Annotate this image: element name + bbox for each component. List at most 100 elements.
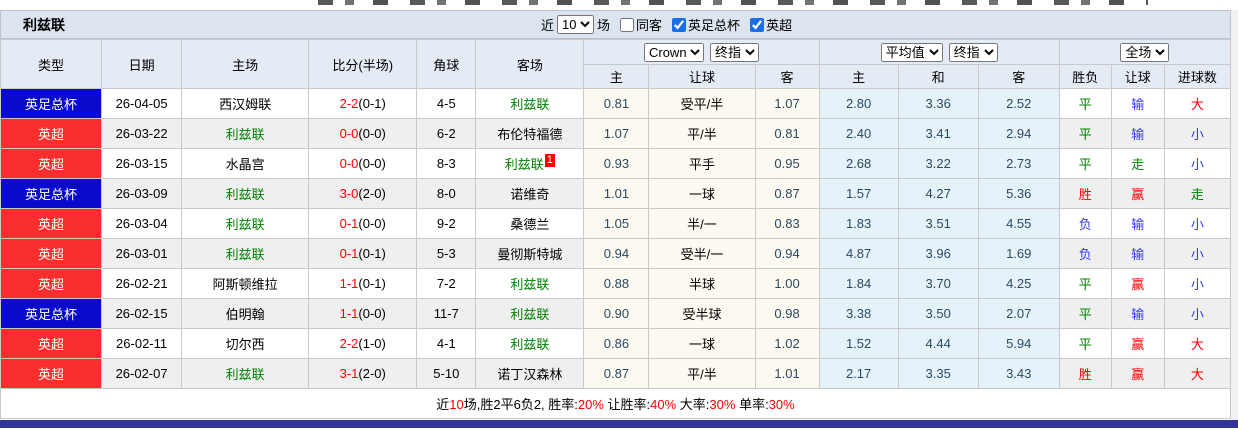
result-outcome-cell: 负	[1058, 238, 1112, 269]
crown-home-odds: 1.05	[583, 208, 650, 239]
avg-away-odds: 3.43	[977, 358, 1060, 389]
corners-cell: 7-2	[416, 268, 477, 299]
crown-home-odds: 0.93	[583, 148, 650, 179]
avg-home-odds: 2.40	[818, 118, 899, 149]
epl-checkbox[interactable]	[750, 17, 765, 32]
corners-cell: 9-2	[416, 208, 477, 239]
col-date: 日期	[101, 39, 183, 89]
result-outcome-cell: 平	[1058, 88, 1112, 119]
crown-away-odds: 1.07	[754, 88, 820, 119]
avg-draw-odds: 3.70	[897, 268, 979, 299]
result-outcome-cell: 平	[1058, 118, 1112, 149]
recent-count-select[interactable]: 10	[557, 15, 595, 34]
crown-handicap-cell: 受半球	[648, 298, 756, 329]
avg-home-odds: 2.17	[818, 358, 899, 389]
score-cell: 0-1(0-1)	[308, 238, 418, 269]
result-goals-cell: 小	[1163, 298, 1232, 329]
score-cell: 1-1(0-0)	[308, 298, 418, 329]
date-cell: 26-02-21	[101, 268, 183, 299]
crown-away-odds: 0.95	[754, 148, 820, 179]
avg-away-odds: 2.52	[977, 88, 1060, 119]
result-handicap-cell: 输	[1110, 88, 1165, 119]
corners-cell: 11-7	[416, 298, 477, 329]
summary-segment: 30%	[768, 397, 795, 412]
avg-draw-odds: 3.36	[897, 88, 979, 119]
result-outcome-cell: 胜	[1058, 358, 1112, 389]
col-crown-away: 客	[754, 64, 820, 89]
bottom-divider-bar	[0, 420, 1238, 428]
result-goals-cell: 小	[1163, 118, 1232, 149]
result-goals-cell: 小	[1163, 148, 1232, 179]
fullmatch-scope-select[interactable]: 全场	[1120, 42, 1170, 62]
date-cell: 26-02-11	[101, 328, 183, 359]
summary-text: 近10场,胜2平6负2, 胜率:20% 让胜率:40% 大率:30% 单率:30…	[0, 388, 1231, 419]
col-avg-home: 主	[818, 64, 899, 89]
avg-away-odds: 4.55	[977, 208, 1060, 239]
col-home: 主场	[181, 39, 310, 89]
crown-handicap-cell: 平/半	[648, 358, 756, 389]
summary-row: 近10场,胜2平6负2, 胜率:20% 让胜率:40% 大率:30% 单率:30…	[0, 388, 1231, 419]
avg-home-odds: 2.80	[818, 88, 899, 119]
home-team-cell: 利兹联	[181, 178, 310, 209]
col-type: 类型	[0, 39, 103, 89]
crown-handicap-cell: 半/一	[648, 208, 756, 239]
table-row: 英超 26-03-22 利兹联 0-0(0-0) 6-2 布伦特福德 1.07 平/半 0.81…	[0, 118, 1232, 149]
avg-away-odds: 2.73	[977, 148, 1060, 179]
result-goals-cell: 小	[1163, 238, 1232, 269]
result-handicap-cell: 赢	[1110, 268, 1165, 299]
final-odds-select-2[interactable]: 终指	[948, 42, 998, 62]
bookmaker-select[interactable]: Crown	[643, 42, 704, 62]
score-cell: 3-0(2-0)	[308, 178, 418, 209]
summary-segment: 20%	[577, 397, 604, 412]
away-team-cell: 诺丁汉森林	[475, 358, 585, 389]
crown-away-odds: 0.87	[754, 178, 820, 209]
league-type-cell: 英超	[0, 148, 103, 179]
average-select-group: 平均值 终指	[818, 39, 1060, 65]
recent-matches-table: 类型 日期 主场 比分(半场) 角球 客场 Crown 终指 平均值 终指 全场…	[0, 39, 1232, 419]
result-handicap-cell: 输	[1110, 118, 1165, 149]
avg-draw-odds: 3.35	[897, 358, 979, 389]
corners-cell: 8-3	[416, 148, 477, 179]
table-row: 英足总杯 26-02-15 伯明翰 1-1(0-0) 11-7 利兹联 0.90 受半球 0.9…	[0, 298, 1232, 329]
away-team-cell: 利兹联 1	[475, 148, 585, 179]
avg-draw-odds: 3.41	[897, 118, 979, 149]
table-row: 英超 26-03-04 利兹联 0-1(0-0) 9-2 桑德兰 1.05 半/一 0.83 1.…	[0, 208, 1232, 239]
avg-away-odds: 1.69	[977, 238, 1060, 269]
score-cell: 2-2(0-1)	[308, 88, 418, 119]
crown-away-odds: 0.83	[754, 208, 820, 239]
away-team-cell: 布伦特福德	[475, 118, 585, 149]
summary-segment: 单率:	[735, 397, 769, 412]
summary-segment: 30%	[709, 397, 736, 412]
score-cell: 2-2(1-0)	[308, 328, 418, 359]
home-team-cell: 利兹联	[181, 208, 310, 239]
table-row: 英足总杯 26-03-09 利兹联 3-0(2-0) 8-0 诺维奇 1.01 一球 0.87 1…	[0, 178, 1232, 209]
summary-segment: 10	[449, 397, 464, 412]
avg-draw-odds: 4.44	[897, 328, 979, 359]
home-team-cell: 切尔西	[181, 328, 310, 359]
summary-segment: 40%	[650, 397, 677, 412]
crown-home-odds: 0.88	[583, 268, 650, 299]
date-cell: 26-03-15	[101, 148, 183, 179]
date-cell: 26-02-15	[101, 298, 183, 329]
final-odds-select-1[interactable]: 终指	[709, 42, 759, 62]
crown-handicap-cell: 一球	[648, 328, 756, 359]
col-crown-home: 主	[583, 64, 650, 89]
crown-handicap-cell: 平/半	[648, 118, 756, 149]
result-outcome-cell: 平	[1058, 328, 1112, 359]
filter-controls: 近 10 场 同客 英足总杯 英超	[541, 11, 792, 38]
header-selects-row: 类型 日期 主场 比分(半场) 角球 客场 Crown 终指 平均值 终指 全场	[0, 39, 1232, 89]
average-select[interactable]: 平均值	[880, 42, 943, 62]
matches-label: 场	[597, 18, 611, 33]
crown-handicap-cell: 受平/半	[648, 88, 756, 119]
result-handicap-cell: 赢	[1110, 328, 1165, 359]
result-outcome-cell: 胜	[1058, 178, 1112, 209]
avg-home-odds: 3.38	[818, 298, 899, 329]
col-result-handicap: 让球	[1110, 64, 1165, 89]
result-handicap-cell: 赢	[1110, 358, 1165, 389]
facup-checkbox[interactable]	[672, 17, 687, 32]
league-type-cell: 英足总杯	[0, 298, 103, 329]
league-type-cell: 英足总杯	[0, 88, 103, 119]
same-away-checkbox[interactable]	[620, 17, 635, 32]
league-type-cell: 英足总杯	[0, 178, 103, 209]
rank-badge: 1	[544, 154, 555, 167]
